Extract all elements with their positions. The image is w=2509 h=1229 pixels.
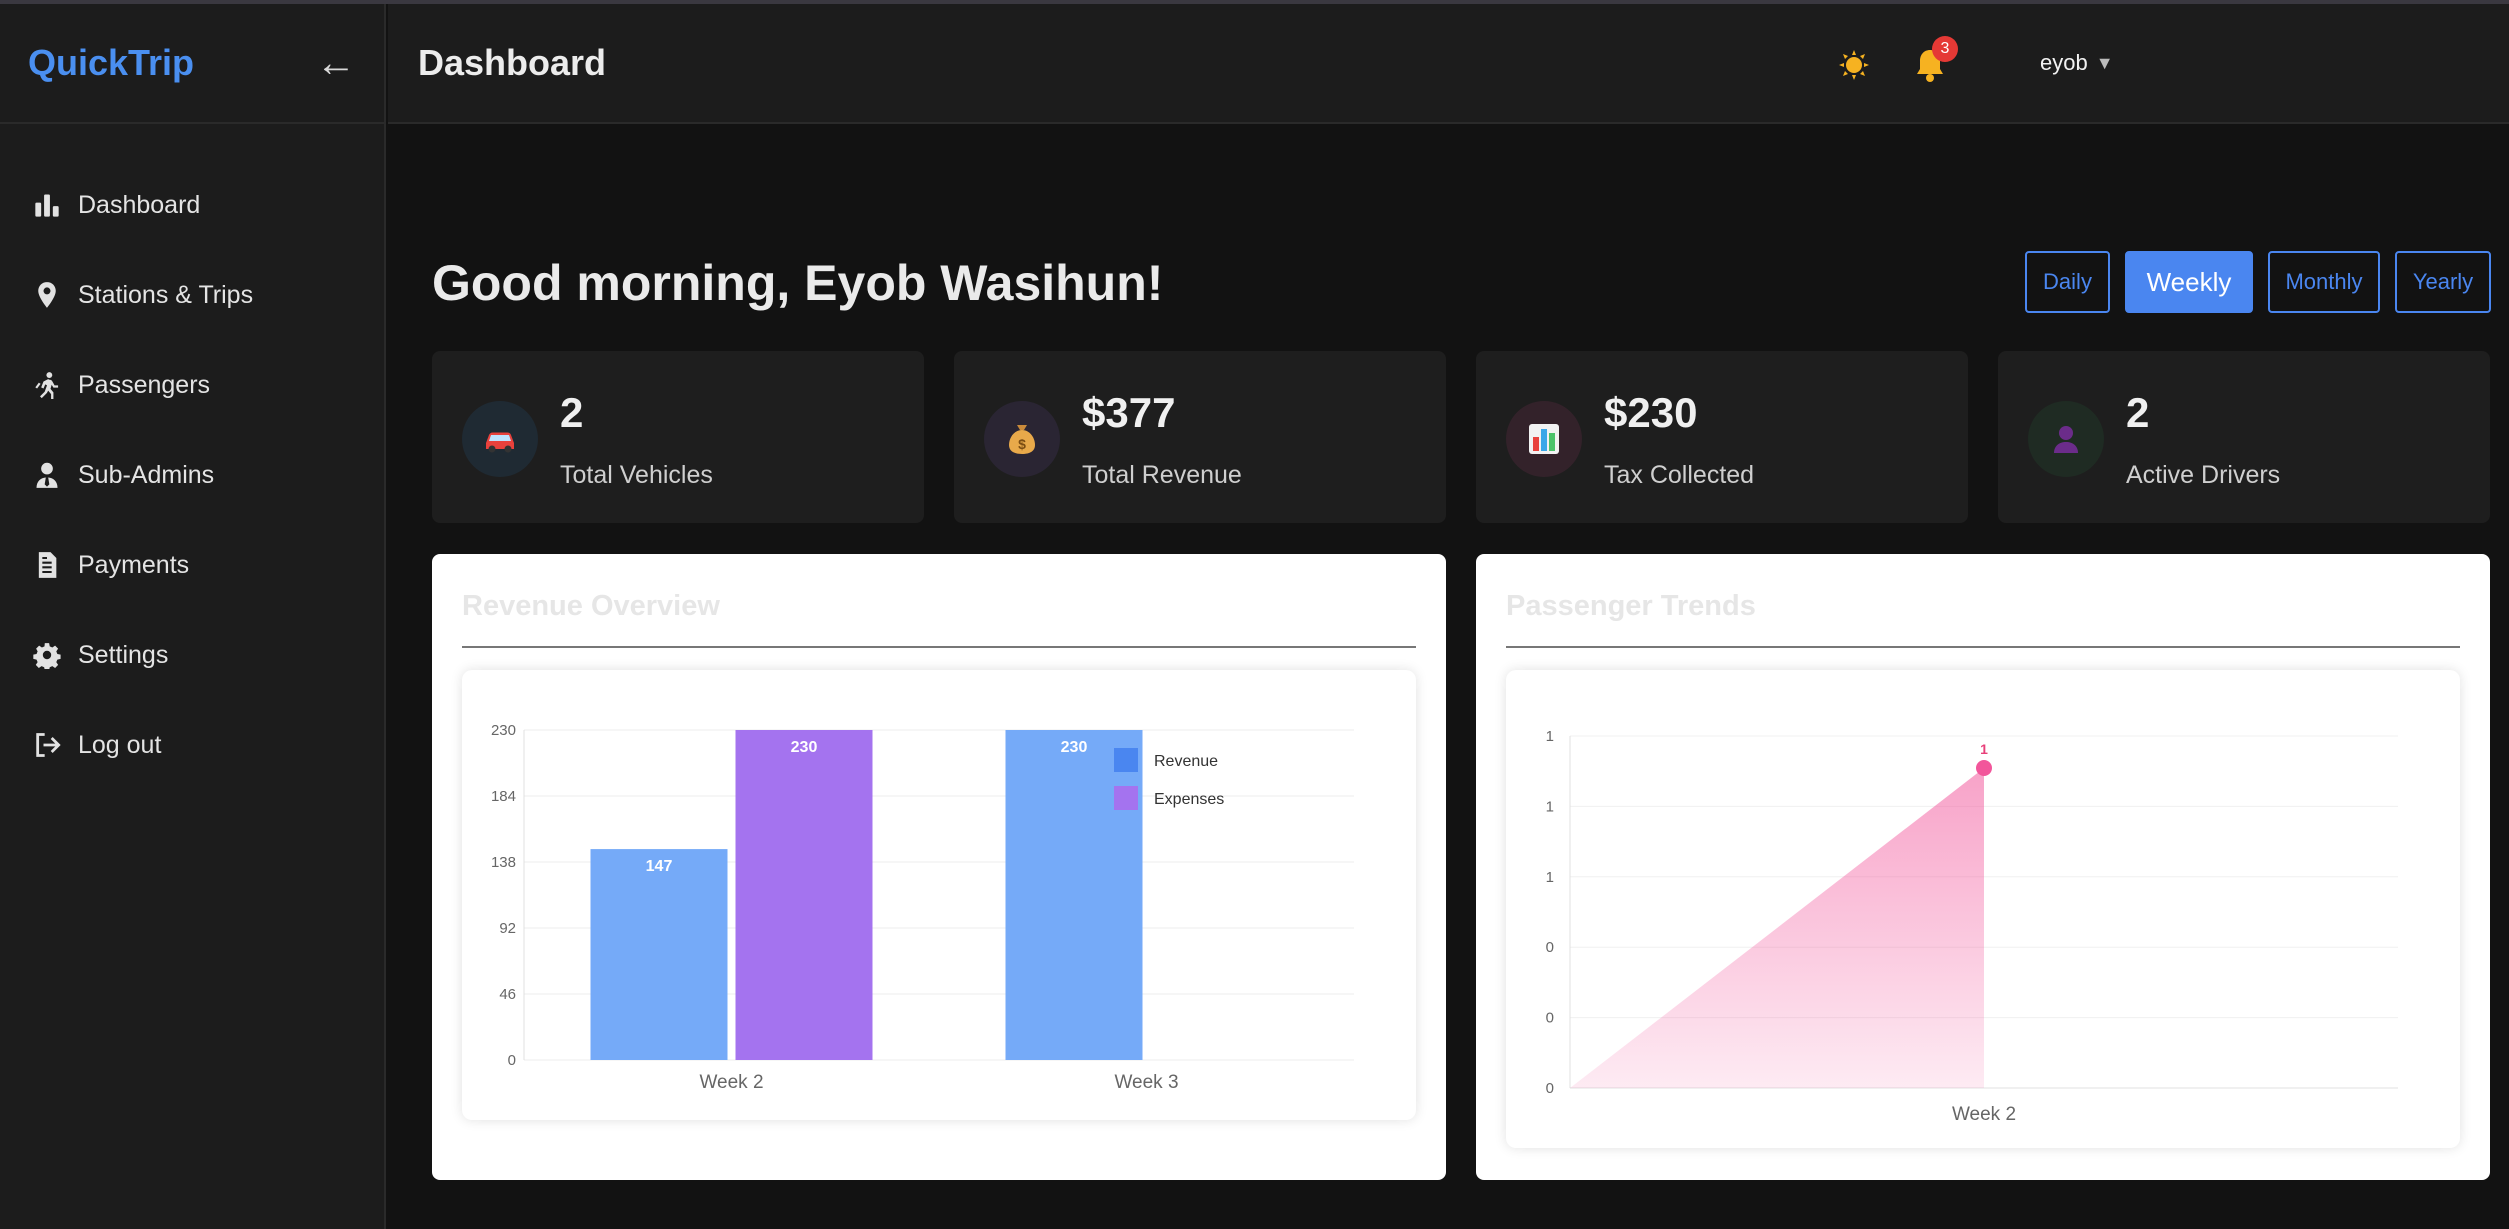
- sidebar-item-label: Log out: [78, 730, 162, 759]
- passenger-trends-panel: Passenger Trends 0 0 0 1 1 1 1 Week 2: [1476, 554, 2490, 1180]
- topbar: Dashboard: [388, 4, 2509, 124]
- sidebar-item-passengers[interactable]: Passengers: [0, 340, 384, 430]
- bar-revenue: [1005, 730, 1143, 1060]
- y-tick-label: 0: [508, 1052, 516, 1069]
- passenger-chart-card: 0 0 0 1 1 1 1 Week 2: [1506, 670, 2460, 1148]
- trend-area: [1570, 768, 1984, 1088]
- stat-card-active-drivers: 2 Active Drivers: [1998, 351, 2490, 523]
- user-menu[interactable]: eyob ▼: [2040, 50, 2114, 76]
- data-label: 1: [1980, 741, 1988, 757]
- period-yearly-button[interactable]: Yearly: [2395, 251, 2491, 313]
- username: eyob: [2040, 50, 2088, 75]
- sidebar: QuickTrip ← Dashboard Stations & Trips P…: [0, 4, 386, 1229]
- sidebar-nav: Dashboard Stations & Trips Passengers Su…: [0, 124, 384, 790]
- sidebar-item-label: Stations & Trips: [78, 280, 254, 309]
- sidebar-item-label: Sub-Admins: [78, 460, 215, 489]
- divider: [1506, 646, 2460, 648]
- sidebar-item-sub-admins[interactable]: Sub-Admins: [0, 430, 384, 520]
- period-monthly-button[interactable]: Monthly: [2268, 251, 2380, 313]
- period-weekly-button[interactable]: Weekly: [2125, 251, 2253, 313]
- gear-icon: [30, 638, 64, 672]
- stat-card-tax-collected: $230 Tax Collected: [1476, 351, 1968, 523]
- sidebar-item-label: Settings: [78, 640, 169, 669]
- stat-value: $230: [1604, 389, 1698, 436]
- stat-value: 2: [2126, 389, 2150, 436]
- legend-swatch: [1114, 748, 1138, 772]
- legend-label: Expenses: [1154, 791, 1224, 808]
- walking-person-icon: [30, 368, 64, 402]
- brand-bar: QuickTrip ←: [0, 4, 384, 124]
- y-tick-label: 92: [499, 920, 516, 937]
- page-title: Dashboard: [418, 42, 607, 83]
- period-daily-button[interactable]: Daily: [2025, 251, 2110, 313]
- sidebar-item-payments[interactable]: Payments: [0, 520, 384, 610]
- svg-text:$: $: [1018, 436, 1026, 452]
- y-tick-label: 46: [499, 986, 516, 1003]
- stat-value: 2: [560, 389, 584, 436]
- revenue-bar-chart: 0 46 92 138 184 230 147 230 Week 2 230 Week 3 Reven…: [491, 722, 1354, 1093]
- y-tick-label: 0: [1546, 939, 1554, 956]
- y-tick-label: 138: [491, 854, 516, 871]
- panel-title: Revenue Overview: [462, 590, 720, 622]
- sidebar-item-stations-trips[interactable]: Stations & Trips: [0, 250, 384, 340]
- data-label: 147: [646, 858, 673, 875]
- divider: [462, 646, 1416, 648]
- sidebar-item-label: Payments: [78, 550, 190, 579]
- revenue-overview-panel: Revenue Overview 0 46 92 138 184 230 147 230 Wee…: [432, 554, 1446, 1180]
- sun-icon[interactable]: [1837, 48, 1871, 82]
- sidebar-item-settings[interactable]: Settings: [0, 610, 384, 700]
- y-tick-label: 1: [1546, 798, 1554, 815]
- y-tick-label: 1: [1546, 869, 1554, 886]
- notification-badge: 3: [1932, 36, 1958, 62]
- y-tick-label: 0: [1546, 1010, 1554, 1027]
- y-tick-label: 230: [491, 722, 516, 739]
- passenger-area-chart: 0 0 0 1 1 1 1 Week 2: [1546, 728, 2398, 1125]
- brand-logo[interactable]: QuickTrip: [28, 42, 194, 84]
- greeting-heading: Good morning, Eyob Wasihun!: [432, 255, 1164, 311]
- sidebar-item-label: Passengers: [78, 370, 211, 399]
- arrow-left-icon[interactable]: ←: [316, 41, 356, 86]
- car-icon: [462, 401, 538, 477]
- data-label: 230: [1061, 739, 1088, 756]
- logout-icon: [30, 728, 64, 762]
- chevron-down-icon: ▼: [2095, 52, 2114, 73]
- stat-value: $377: [1082, 389, 1176, 436]
- bar-revenue: [590, 849, 728, 1060]
- stat-label: Total Vehicles: [560, 461, 713, 489]
- map-pin-icon: [30, 278, 64, 312]
- sidebar-item-dashboard[interactable]: Dashboard: [0, 160, 384, 250]
- driver-icon: [2028, 401, 2104, 477]
- bar-expenses: [735, 730, 873, 1060]
- stat-label: Tax Collected: [1604, 461, 1755, 489]
- stat-card-total-revenue: $ $377 Total Revenue: [954, 351, 1446, 523]
- panel-title: Passenger Trends: [1506, 590, 1756, 622]
- data-point: [1976, 760, 1992, 776]
- sidebar-item-logout[interactable]: Log out: [0, 700, 384, 790]
- y-tick-label: 184: [491, 788, 516, 805]
- y-tick-label: 0: [1546, 1080, 1554, 1097]
- bar-chart-icon: [1506, 401, 1582, 477]
- revenue-chart-card: 0 46 92 138 184 230 147 230 Week 2 230 Week 3 Reven…: [462, 670, 1416, 1120]
- bar-chart-icon: [30, 188, 64, 222]
- stat-card-total-vehicles: 2 Total Vehicles: [432, 351, 924, 523]
- x-category-label: Week 2: [1952, 1104, 2016, 1125]
- x-category-label: Week 3: [1114, 1072, 1178, 1093]
- document-icon: [30, 548, 64, 582]
- data-label: 230: [791, 739, 818, 756]
- money-bag-icon: $: [984, 401, 1060, 477]
- x-category-label: Week 2: [699, 1072, 763, 1093]
- legend-label: Revenue: [1154, 753, 1218, 770]
- sidebar-item-label: Dashboard: [78, 190, 201, 219]
- stat-label: Active Drivers: [2126, 461, 2281, 489]
- user-tie-icon: [30, 458, 64, 492]
- stat-label: Total Revenue: [1082, 461, 1242, 489]
- legend-swatch: [1114, 786, 1138, 810]
- y-tick-label: 1: [1546, 728, 1554, 745]
- app-root: QuickTrip ← Dashboard Stations & Trips P…: [0, 0, 2509, 1229]
